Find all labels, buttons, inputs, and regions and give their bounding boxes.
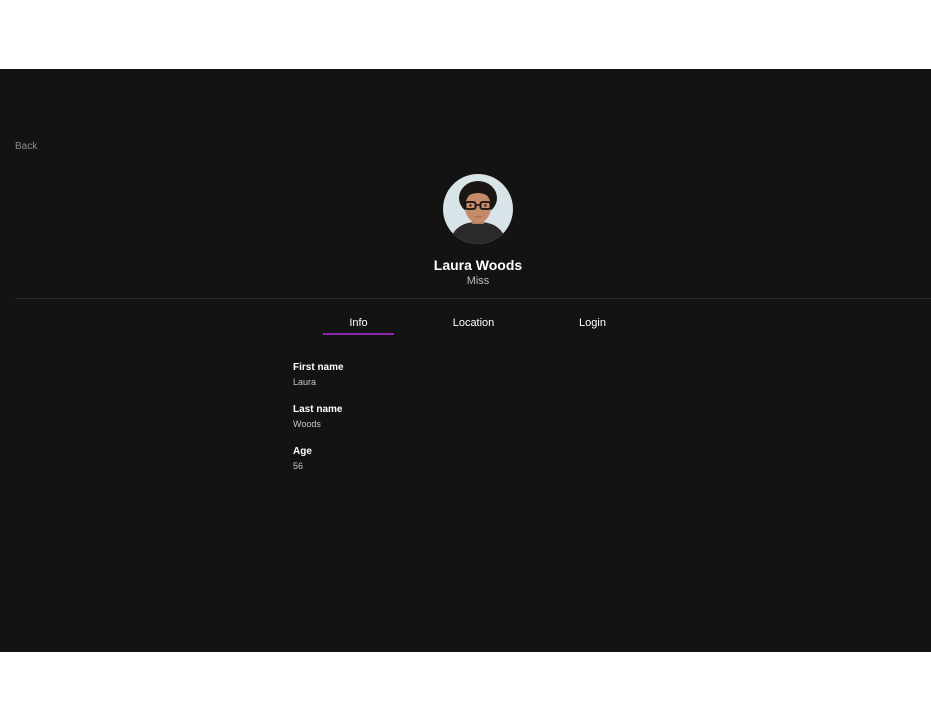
user-title: Miss: [466, 275, 490, 287]
age-value: 56: [293, 461, 304, 471]
tab-info[interactable]: Info: [323, 317, 394, 329]
last-name-value: Woods: [293, 419, 321, 429]
user-name: Laura Woods: [433, 257, 523, 273]
tab-location[interactable]: Location: [438, 317, 509, 329]
divider: [15, 298, 931, 299]
age-label: Age: [293, 446, 312, 457]
back-link[interactable]: Back: [15, 141, 37, 152]
avatar: [443, 174, 513, 244]
profile-screen: Back Laura Woods Miss Info Location Logi…: [0, 69, 931, 652]
active-tab-indicator: [323, 333, 394, 335]
user-photo-icon: [443, 174, 513, 244]
tab-login[interactable]: Login: [557, 317, 628, 329]
last-name-label: Last name: [293, 404, 343, 415]
first-name-label: First name: [293, 362, 344, 373]
first-name-value: Laura: [293, 377, 317, 387]
